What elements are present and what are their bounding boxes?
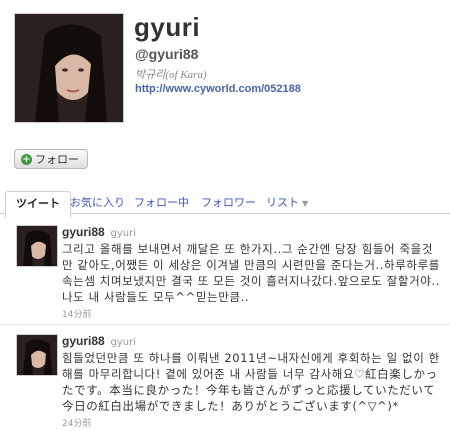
chevron-down-icon: ▼ [302, 199, 309, 208]
tab-lists[interactable]: リスト ▼ [266, 194, 308, 210]
follow-button[interactable]: + フォロー [14, 149, 88, 169]
profile-screen-name: gyuri [134, 12, 201, 42]
tweet-timestamp[interactable]: 14分前 [62, 307, 91, 320]
tab-favorites[interactable]: お気に入り [70, 194, 125, 210]
plus-icon: + [21, 153, 32, 165]
tweet-avatar[interactable] [16, 225, 58, 267]
profile-url-link[interactable]: http://www.cyworld.com/052188 [135, 83, 301, 95]
tweet-text: 힘들었던만큼 또 하나를 이뤄낸 2011년~내자신에게 후회하는 일 없이 한… [62, 351, 440, 413]
tab-tweets[interactable]: ツイート [5, 191, 71, 218]
tab-followers[interactable]: フォロワー [201, 194, 256, 210]
tweet-avatar[interactable] [16, 334, 58, 376]
tweet-meta: gyuri88 gyuri [62, 225, 136, 239]
profile-bio: 박규리(of Kara) [135, 69, 207, 81]
tweet-timestamp[interactable]: 24分前 [62, 416, 91, 429]
tab-lists-label: リスト [266, 196, 299, 209]
tab-following[interactable]: フォロー中 [134, 194, 189, 210]
tweet-text: 그리고 올해를 보내면서 깨달은 또 한가지..그 순간엔 당장 힘들어 죽을것… [62, 242, 440, 304]
tweet-author-name[interactable]: gyuri88 [62, 225, 105, 239]
profile-handle: @gyuri88 [135, 46, 199, 62]
tweet-author-username: gyuri [110, 337, 137, 348]
tweet-author-username: gyuri [110, 228, 137, 239]
profile-photo [14, 13, 124, 123]
tweet-author-name[interactable]: gyuri88 [62, 334, 105, 348]
tweet-meta: gyuri88 gyuri [62, 334, 136, 348]
follow-button-label: フォロー [35, 153, 79, 166]
tweet-divider [0, 324, 450, 325]
profile-tabs: ツイート お気に入り フォロー中 フォロワー リスト ▼ [0, 191, 450, 218]
